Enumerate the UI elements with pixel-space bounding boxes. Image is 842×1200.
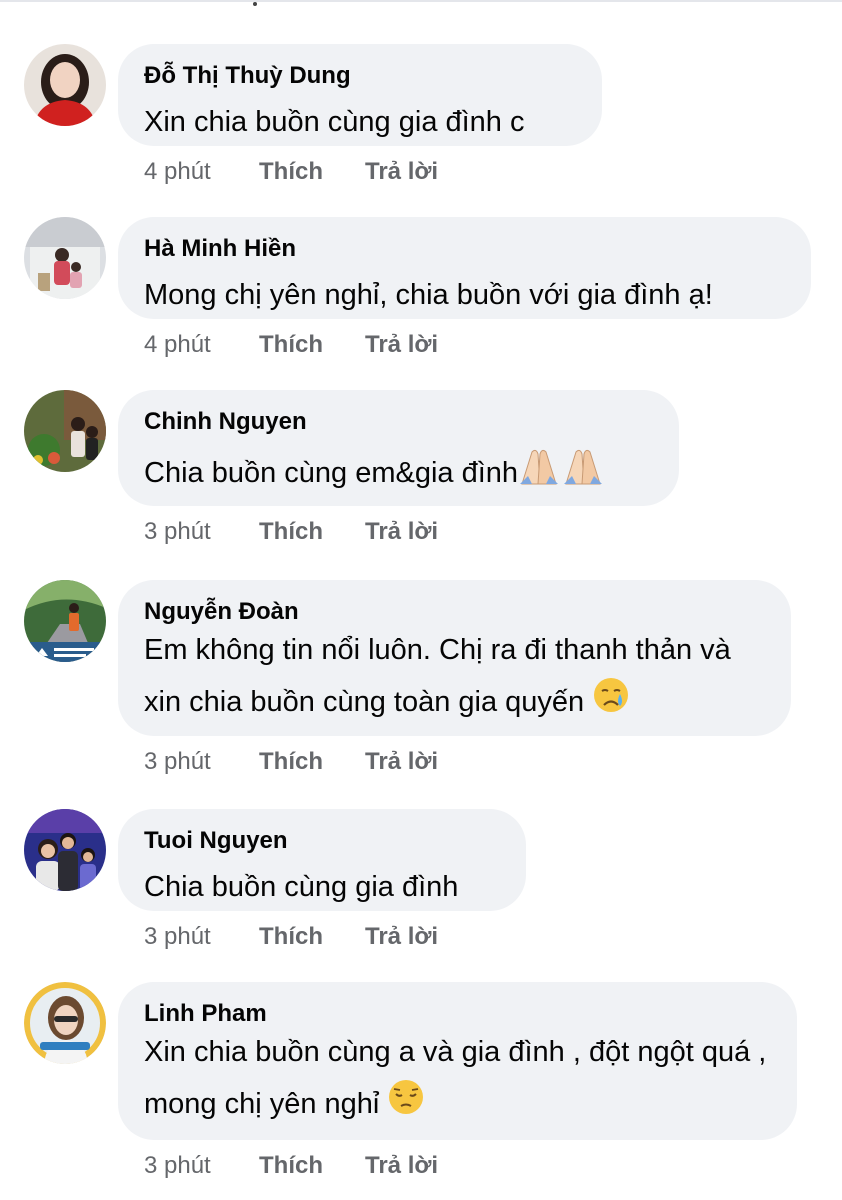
comment-text-content: Chia buồn cùng em&gia đình xyxy=(144,457,519,490)
comment-text: Xin chia buồn cùng gia đình c xyxy=(144,106,525,138)
comment-bubble: Nguyễn Đoàn Em không tin nổi luôn. Chị r… xyxy=(118,580,791,736)
avatar[interactable] xyxy=(24,44,106,126)
like-button[interactable]: Thích xyxy=(259,158,365,186)
reply-button[interactable]: Trả lời xyxy=(365,158,438,186)
author-name[interactable]: Đỗ Thị Thuỳ Dung xyxy=(144,62,351,90)
avatar[interactable] xyxy=(24,580,106,662)
avatar[interactable] xyxy=(24,390,106,472)
comment-bubble: Chinh Nguyen Chia buồn cùng em&gia đình xyxy=(118,390,679,506)
comment-bubble: Linh Pham Xin chia buồn cùng a và gia đì… xyxy=(118,982,797,1140)
crying-face-icon xyxy=(592,676,630,731)
comment-text: Mong chị yên nghỉ, chia buồn với gia đìn… xyxy=(144,279,713,311)
avatar[interactable] xyxy=(24,982,106,1064)
folded-hands-icon xyxy=(518,446,606,503)
comment-bubble: Hà Minh Hiền Mong chị yên nghỉ, chia buồ… xyxy=(118,217,811,319)
comment-text: Chia buồn cùng gia đình xyxy=(144,871,459,903)
comment-text-content: Xin chia buồn cùng a và gia đình , đột n… xyxy=(144,1036,767,1121)
author-name[interactable]: Tuoi Nguyen xyxy=(144,827,288,855)
comment-actions: 3 phút Thích Trả lời xyxy=(144,518,438,546)
pensive-face-icon xyxy=(387,1078,425,1133)
like-button[interactable]: Thích xyxy=(259,518,365,546)
like-button[interactable]: Thích xyxy=(259,1152,365,1180)
reply-button[interactable]: Trả lời xyxy=(365,331,438,359)
comment-text: Xin chia buồn cùng a và gia đình , đột n… xyxy=(144,1026,767,1133)
comment-bubble: Tuoi Nguyen Chia buồn cùng gia đình xyxy=(118,809,526,911)
comment-text: Chia buồn cùng em&gia đình xyxy=(144,446,657,503)
timestamp[interactable]: 3 phút xyxy=(144,923,259,951)
reply-button[interactable]: Trả lời xyxy=(365,1152,438,1180)
timestamp[interactable]: 4 phút xyxy=(144,331,259,359)
avatar[interactable] xyxy=(24,217,106,299)
timestamp[interactable]: 4 phút xyxy=(144,158,259,186)
top-dot xyxy=(253,2,257,6)
comment-text: Em không tin nổi luôn. Chị ra đi thanh t… xyxy=(144,624,773,731)
author-name[interactable]: Nguyễn Đoàn xyxy=(144,598,299,626)
like-button[interactable]: Thích xyxy=(259,923,365,951)
comment-actions: 3 phút Thích Trả lời xyxy=(144,923,438,951)
comment-actions: 4 phút Thích Trả lời xyxy=(144,331,438,359)
top-divider xyxy=(0,0,842,2)
timestamp[interactable]: 3 phút xyxy=(144,748,259,776)
comment-actions: 4 phút Thích Trả lời xyxy=(144,158,438,186)
comment-bubble: Đỗ Thị Thuỳ Dung Xin chia buồn cùng gia … xyxy=(118,44,602,146)
comment-actions: 3 phút Thích Trả lời xyxy=(144,1152,438,1180)
author-name[interactable]: Chinh Nguyen xyxy=(144,408,307,436)
reply-button[interactable]: Trả lời xyxy=(365,748,438,776)
like-button[interactable]: Thích xyxy=(259,748,365,776)
author-name[interactable]: Linh Pham xyxy=(144,1000,267,1028)
author-name[interactable]: Hà Minh Hiền xyxy=(144,235,296,263)
comment-actions: 3 phút Thích Trả lời xyxy=(144,748,438,776)
like-button[interactable]: Thích xyxy=(259,331,365,359)
avatar[interactable] xyxy=(24,809,106,891)
timestamp[interactable]: 3 phút xyxy=(144,518,259,546)
comment-text-content: Em không tin nổi luôn. Chị ra đi thanh t… xyxy=(144,634,731,719)
reply-button[interactable]: Trả lời xyxy=(365,923,438,951)
timestamp[interactable]: 3 phút xyxy=(144,1152,259,1180)
reply-button[interactable]: Trả lời xyxy=(365,518,438,546)
